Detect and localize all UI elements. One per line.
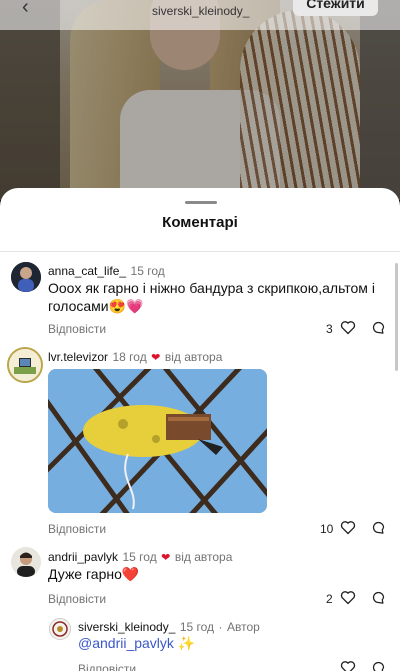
author-badge: від автора <box>164 350 223 364</box>
comment-username[interactable]: andrii_pavlyk <box>48 550 118 564</box>
mention-link[interactable]: @andrii_pavlyk <box>78 635 174 651</box>
comment-time: 15 год <box>130 264 165 278</box>
avatar[interactable] <box>7 347 43 383</box>
reply-button[interactable]: Відповісти <box>48 592 106 606</box>
sparkle-emoji: ✨ <box>177 635 196 651</box>
reply-button[interactable]: Відповісти <box>48 522 106 536</box>
avatar[interactable] <box>11 262 41 292</box>
sheet-drag-handle[interactable] <box>185 201 217 204</box>
heart-icon: ❤ <box>161 552 171 564</box>
scrollbar[interactable] <box>395 263 398 371</box>
comment-header: anna_cat_life_ 15 год <box>48 262 165 280</box>
like-count: 2 <box>326 592 333 606</box>
reply-button[interactable]: Відповісти <box>78 662 136 671</box>
comment-username[interactable]: anna_cat_life_ <box>48 264 126 278</box>
reply-text: @andrii_pavlyk ✨ <box>78 634 195 652</box>
like-count: 10 <box>320 522 334 536</box>
comment-header: lvr.televizor 18 год ❤ від автора <box>48 348 222 366</box>
follow-button[interactable]: Стежити <box>293 0 378 16</box>
chevron-left-icon[interactable]: ‹ <box>22 0 29 19</box>
reply-time: 15 год <box>179 620 215 634</box>
author-badge: від автора <box>174 550 233 564</box>
heart-icon[interactable] <box>340 590 356 605</box>
reply-button[interactable]: Відповісти <box>48 322 106 336</box>
like-count: 3 <box>326 322 333 336</box>
divider <box>0 251 400 252</box>
comment-gif-image[interactable] <box>48 369 267 513</box>
comment-text: Оооx як гарно і ніжно бандура з скрипкою… <box>48 280 375 314</box>
heart-icon: ❤ <box>151 352 161 364</box>
avatar[interactable] <box>49 618 71 640</box>
heart-icon[interactable] <box>340 520 356 535</box>
reply-username[interactable]: siverski_kleinody_ <box>78 620 175 634</box>
comment-username[interactable]: lvr.televizor <box>48 350 108 364</box>
comment-text: Дуже гарно❤️ <box>48 566 140 582</box>
author-label: Автор <box>226 620 260 634</box>
heart-icon[interactable] <box>340 320 356 335</box>
avatar[interactable] <box>11 547 41 577</box>
comment-icon[interactable] <box>371 520 386 535</box>
video-background <box>0 0 400 200</box>
comment-time: 15 год <box>122 550 157 564</box>
comment-icon[interactable] <box>371 320 386 335</box>
comment-icon[interactable] <box>371 660 386 671</box>
header-username[interactable]: siverski_kleinody_ <box>152 4 249 18</box>
top-bar: ‹ siverski_kleinody_ Стежити <box>0 0 400 30</box>
comment-time: 18 год <box>112 350 147 364</box>
sheet-title: Коментарі <box>162 214 238 231</box>
comment-icon[interactable] <box>371 590 386 605</box>
heart-icon[interactable] <box>340 660 356 671</box>
comments-sheet: Коментарі anna_cat_life_ 15 год Оооx як … <box>0 188 400 671</box>
comment-header: andrii_pavlyk 15 год ❤ від автора <box>48 548 232 566</box>
